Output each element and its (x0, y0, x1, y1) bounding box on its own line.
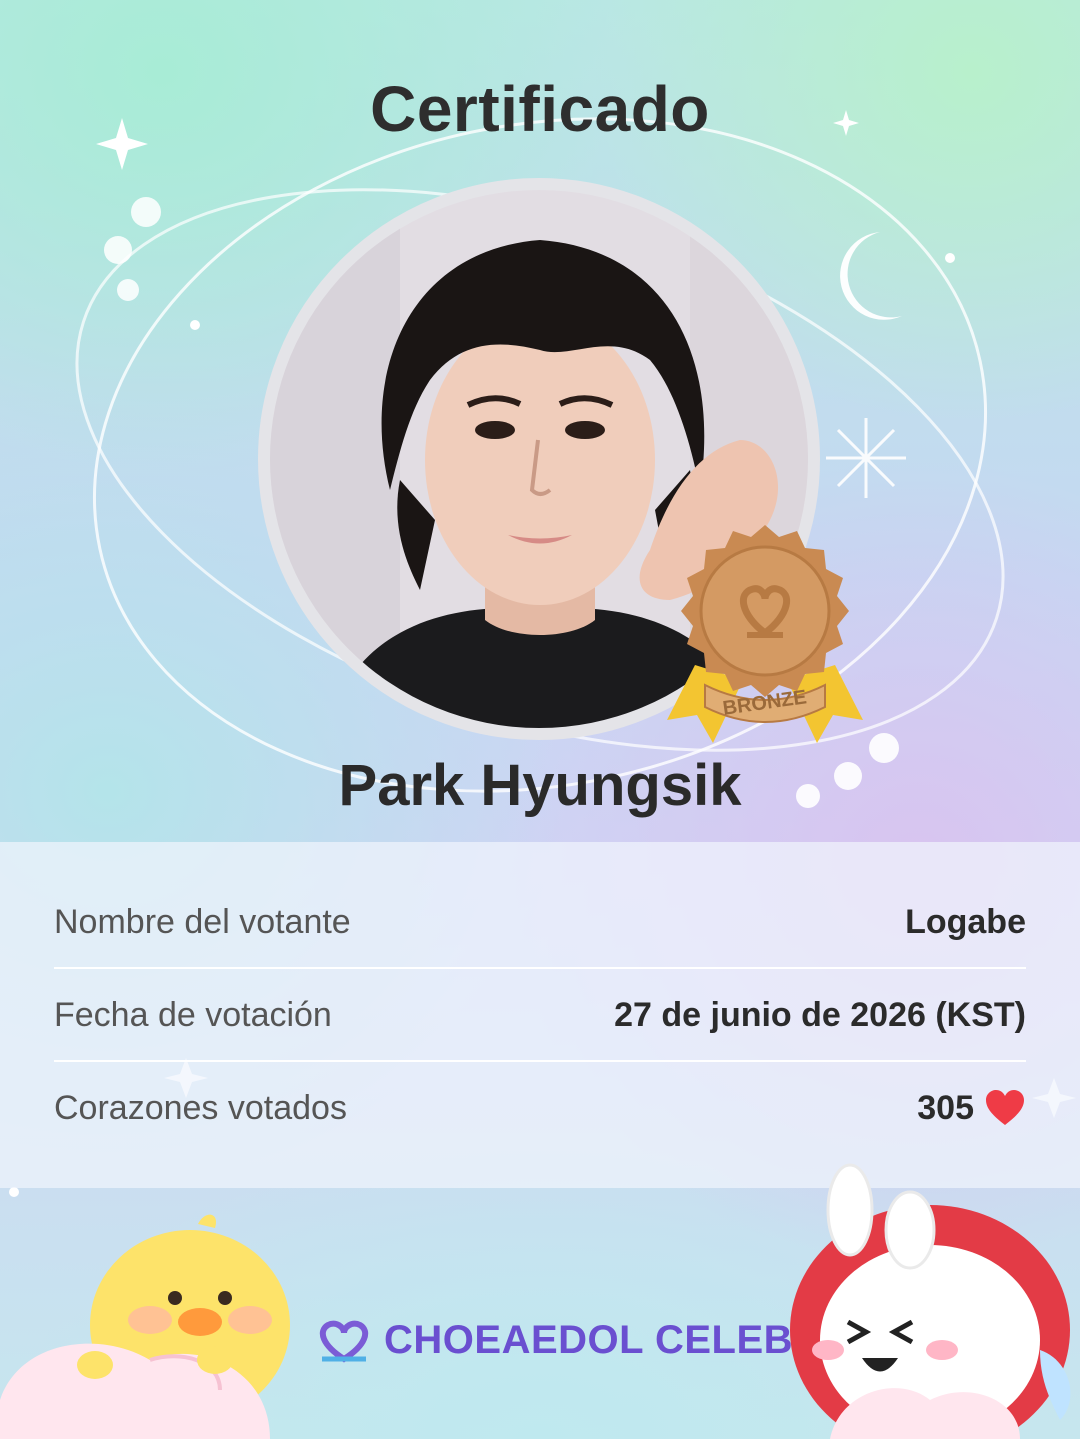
vote-date-label: Fecha de votación (54, 995, 332, 1034)
vote-date-row: Fecha de votación 27 de junio de 2026 (K… (54, 969, 1026, 1061)
hearts-voted-row: Corazones votados 305 (54, 1062, 1026, 1154)
bunny-mascot-icon (790, 1163, 1071, 1439)
chick-mascot-icon (0, 1214, 290, 1439)
hearts-voted-value-group: 305 (917, 1089, 1026, 1128)
voter-name-label: Nombre del votante (54, 902, 351, 941)
bronze-medal-icon: BRONZE (667, 525, 863, 743)
brand-logo: CHOEAEDOL CELEB (314, 1318, 793, 1363)
brand-name: CHOEAEDOL CELEB (384, 1318, 794, 1362)
voter-name-value: Logabe (905, 902, 1026, 941)
double-heart-logo-icon (319, 1320, 369, 1363)
certificate-page: Certificado BRONZE Park Hyungsik Nombre … (0, 0, 1080, 1439)
certificate-title: Certificado (370, 73, 710, 145)
vote-date-value: 27 de junio de 2026 (KST) (614, 995, 1026, 1034)
celebrity-name: Park Hyungsik (338, 753, 742, 818)
hearts-voted-label: Corazones votados (54, 1088, 347, 1127)
heart-icon (986, 1090, 1024, 1125)
voter-name-row: Nombre del votante Logabe (54, 876, 1026, 968)
vote-info-panel: Nombre del votante Logabe Fecha de votac… (0, 842, 1080, 1188)
hearts-voted-value: 305 (917, 1088, 974, 1127)
